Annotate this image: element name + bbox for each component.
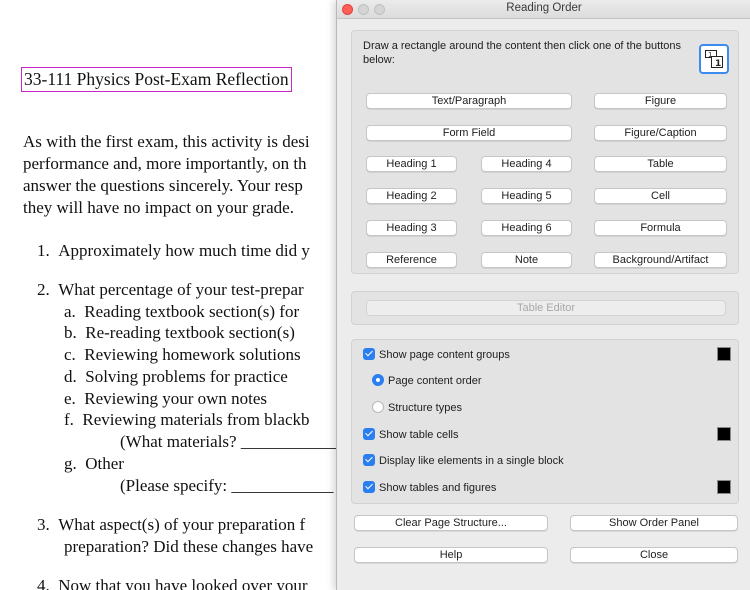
doc-subitem: g. Other <box>64 453 124 475</box>
doc-item-number: c. <box>64 345 76 364</box>
note-button[interactable]: Note <box>481 252 572 268</box>
doc-subitem-detail: (Please specify: ____________ <box>120 475 333 497</box>
doc-intro-line: As with the first exam, this activity is… <box>23 132 310 151</box>
option-label: Show page content groups <box>379 349 510 361</box>
heading-3-button[interactable]: Heading 3 <box>366 220 457 236</box>
option-label: Show tables and figures <box>379 482 497 494</box>
text-paragraph-button[interactable]: Text/Paragraph <box>366 93 572 109</box>
doc-item-text: Reviewing materials from blackb <box>82 410 310 429</box>
page-content-order-radio[interactable] <box>372 374 384 386</box>
doc-item-text: Reviewing your own notes <box>84 389 268 408</box>
table-button[interactable]: Table <box>594 156 727 172</box>
doc-item-number: 3. <box>37 515 50 534</box>
doc-item-text: (Please specify: ____________ <box>120 476 334 495</box>
show-tables-and-figures-checkbox[interactable] <box>363 481 375 493</box>
heading-1-button[interactable]: Heading 1 <box>366 156 457 172</box>
instructions-text: Draw a rectangle around the content then… <box>363 40 681 66</box>
option-label: Page content order <box>388 375 482 387</box>
doc-subitem: d. Solving problems for practice <box>64 366 288 388</box>
doc-item-number: f. <box>64 410 74 429</box>
figure-button[interactable]: Figure <box>594 93 727 109</box>
doc-subitem-detail: (What materials? ____________ <box>120 431 343 453</box>
heading-6-button[interactable]: Heading 6 <box>481 220 572 236</box>
doc-question: 4. Now that you have looked over your <box>37 575 308 590</box>
doc-intro-line: answer the questions sincerely. Your res… <box>23 176 303 195</box>
cell-button[interactable]: Cell <box>594 188 727 204</box>
doc-subitem: f. Reviewing materials from blackb <box>64 409 310 431</box>
doc-item-number: g. <box>64 454 77 473</box>
reference-button[interactable]: Reference <box>366 252 457 268</box>
show-order-panel-button[interactable]: Show Order Panel <box>570 515 738 531</box>
doc-title-text: 33-111 Physics Post-Exam Reflection <box>24 69 289 89</box>
show-page-content-groups-checkbox[interactable] <box>363 348 375 360</box>
clear-page-structure-button[interactable]: Clear Page Structure... <box>354 515 548 531</box>
table-editor-button[interactable]: Table Editor <box>366 300 726 316</box>
doc-subitem: e. Reviewing your own notes <box>64 388 267 410</box>
heading-2-button[interactable]: Heading 2 <box>366 188 457 204</box>
help-button[interactable]: Help <box>354 547 548 563</box>
doc-item-text: preparation? Did these changes have <box>64 537 314 556</box>
show-table-cells-option[interactable]: Show table cells <box>363 427 459 443</box>
reading-order-select-icon: 1 1 <box>705 50 723 68</box>
doc-subitem: b. Re-reading textbook section(s) <box>64 322 295 344</box>
doc-item-number: d. <box>64 367 77 386</box>
doc-item-text: Approximately how much time did y <box>58 241 310 260</box>
display-like-elements-option[interactable]: Display like elements in a single block <box>363 453 564 469</box>
tables-and-figures-color-swatch[interactable] <box>717 480 731 494</box>
page-content-order-option[interactable]: Page content order <box>372 373 482 389</box>
heading-5-button[interactable]: Heading 5 <box>481 188 572 204</box>
svg-text:1: 1 <box>715 59 721 68</box>
show-table-cells-checkbox[interactable] <box>363 428 375 440</box>
select-content-button[interactable]: 1 1 <box>699 44 729 74</box>
form-field-button[interactable]: Form Field <box>366 125 572 141</box>
background-artifact-button[interactable]: Background/Artifact <box>594 252 727 268</box>
structure-types-radio[interactable] <box>372 401 384 413</box>
doc-subitem: c. Reviewing homework solutions <box>64 344 301 366</box>
doc-intro-paragraph: As with the first exam, this activity is… <box>23 131 310 219</box>
doc-question: 1. Approximately how much time did y <box>37 240 310 262</box>
show-tables-and-figures-option[interactable]: Show tables and figures <box>363 480 496 496</box>
window-title: Reading Order <box>506 2 582 14</box>
doc-item-text: Reading textbook section(s) for <box>84 302 300 321</box>
doc-intro-line: they will have no impact on your grade. <box>23 198 294 217</box>
figure-caption-button[interactable]: Figure/Caption <box>594 125 727 141</box>
doc-item-number: 1. <box>37 241 50 260</box>
page-content-groups-color-swatch[interactable] <box>717 347 731 361</box>
doc-item-text: Reviewing homework solutions <box>84 345 301 364</box>
doc-item-text: Solving problems for practice <box>85 367 288 386</box>
option-label: Show table cells <box>379 429 459 441</box>
option-label: Structure types <box>388 402 462 414</box>
doc-intro-line: performance and, more importantly, on th <box>23 154 307 173</box>
table-cells-color-swatch[interactable] <box>717 427 731 441</box>
doc-question: 3. What aspect(s) of your preparation f <box>37 514 305 536</box>
doc-item-text: Now that you have looked over your <box>58 576 308 590</box>
close-button[interactable]: Close <box>570 547 738 563</box>
option-label: Display like elements in a single block <box>379 455 564 467</box>
reading-order-window: Reading Order Draw a rectangle around th… <box>336 0 750 590</box>
doc-item-number: b. <box>64 323 77 342</box>
title-bar[interactable]: Reading Order <box>337 0 750 19</box>
heading-4-button[interactable]: Heading 4 <box>481 156 572 172</box>
doc-item-text: Re-reading textbook section(s) <box>85 323 295 342</box>
doc-item-number: 2. <box>37 280 50 299</box>
doc-item-number: e. <box>64 389 76 408</box>
doc-subitem: a. Reading textbook section(s) for <box>64 301 299 323</box>
show-page-content-groups-option[interactable]: Show page content groups <box>363 347 510 363</box>
doc-item-number: a. <box>64 302 76 321</box>
doc-question: 2. What percentage of your test-prepar <box>37 279 304 301</box>
doc-item-text: Other <box>85 454 124 473</box>
structure-types-option[interactable]: Structure types <box>372 400 462 416</box>
display-like-elements-checkbox[interactable] <box>363 454 375 466</box>
doc-title-highlighted: 33-111 Physics Post-Exam Reflection <box>21 67 292 92</box>
doc-item-number: 4. <box>37 576 50 590</box>
doc-item-text: What percentage of your test-prepar <box>58 280 304 299</box>
doc-item-text: (What materials? ____________ <box>120 432 343 451</box>
doc-question-cont: preparation? Did these changes have <box>64 536 313 558</box>
doc-item-text: What aspect(s) of your preparation f <box>58 515 306 534</box>
formula-button[interactable]: Formula <box>594 220 727 236</box>
